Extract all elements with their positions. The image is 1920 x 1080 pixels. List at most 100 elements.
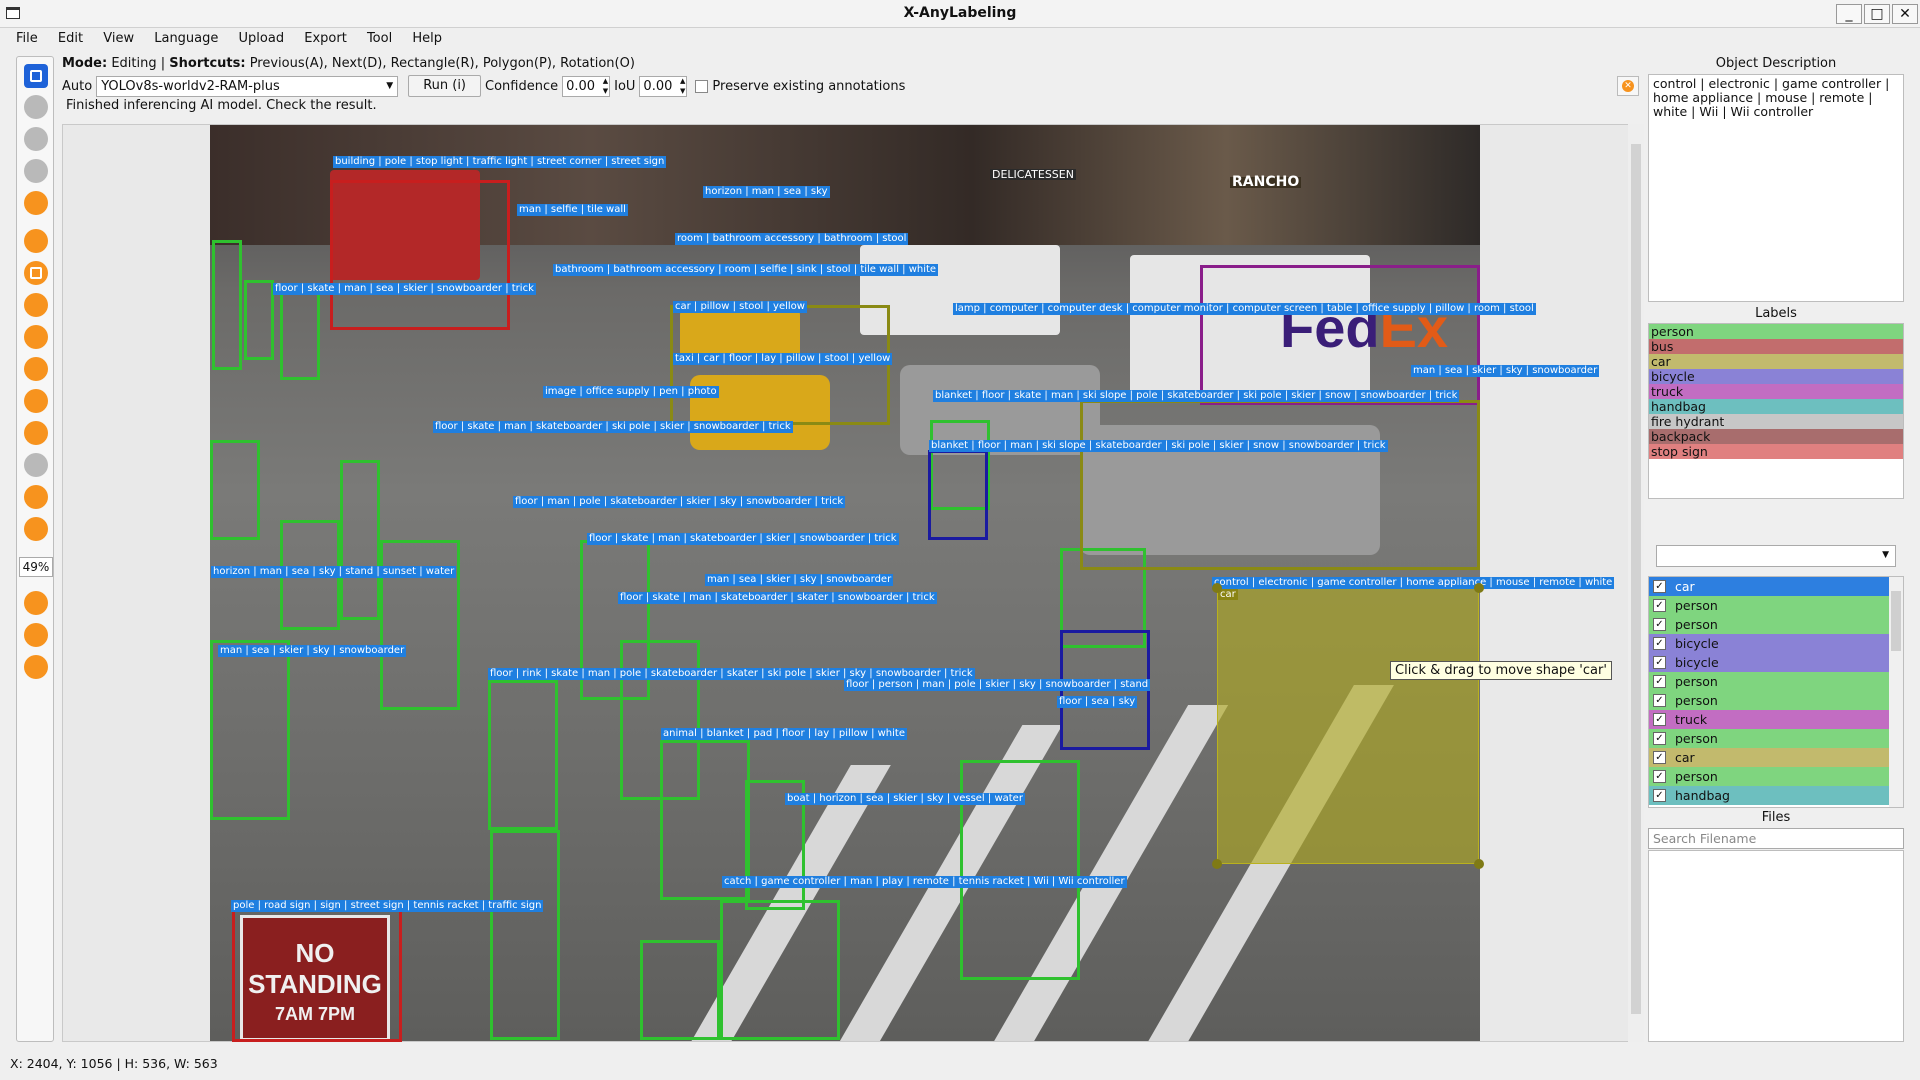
confidence-spinbox[interactable]: 0.00 ▲ ▼ <box>562 75 611 97</box>
shape-item-truck[interactable]: ✓ truck <box>1649 710 1889 729</box>
save-icon[interactable] <box>24 159 48 183</box>
menu-tool[interactable]: Tool <box>359 28 400 50</box>
preserve-annotations-checkbox[interactable] <box>695 79 709 93</box>
confidence-value: 0.00 <box>566 78 596 94</box>
mode-label: Mode: <box>62 56 108 71</box>
shape-visible-checkbox[interactable]: ✓ <box>1653 694 1666 707</box>
rotation-tool-icon[interactable] <box>24 293 48 317</box>
label-item-bus[interactable]: bus <box>1649 339 1903 354</box>
shape-item-person[interactable]: ✓ person <box>1649 729 1889 748</box>
delete-file-icon[interactable] <box>24 191 48 215</box>
rectangle-tool-icon[interactable] <box>24 261 48 285</box>
menu-export[interactable]: Export <box>296 28 355 50</box>
shape-visible-checkbox[interactable]: ✓ <box>1653 618 1666 631</box>
label-item-backpack[interactable]: backpack <box>1649 429 1903 444</box>
shape-visible-checkbox[interactable]: ✓ <box>1653 713 1666 726</box>
shape-visible-checkbox[interactable]: ✓ <box>1653 789 1666 802</box>
auto-label-icon[interactable] <box>24 623 48 647</box>
shapes-scrollbar[interactable] <box>1889 577 1903 807</box>
shape-visible-checkbox[interactable]: ✓ <box>1653 599 1666 612</box>
shape-item-person[interactable]: ✓ person <box>1649 672 1889 691</box>
label-item-person[interactable]: person <box>1649 324 1903 339</box>
files-list[interactable] <box>1648 850 1904 1042</box>
linestrip-tool-icon[interactable] <box>24 421 48 445</box>
zoom-level[interactable]: 49% <box>19 557 53 577</box>
menu-edit[interactable]: Edit <box>50 28 91 50</box>
polygon-tool-icon[interactable] <box>24 229 48 253</box>
shape-visible-checkbox[interactable]: ✓ <box>1653 637 1666 650</box>
shape-visible-checkbox[interactable]: ✓ <box>1653 675 1666 688</box>
next-image-icon[interactable] <box>24 95 48 119</box>
model-select[interactable]: YOLOv8s-worldv2-RAM-plus ▼ <box>96 75 399 97</box>
maximize-button[interactable]: □ <box>1864 4 1890 24</box>
shape-item-person[interactable]: ✓ person <box>1649 691 1889 710</box>
edit-tool-icon[interactable] <box>24 453 48 477</box>
shape-item-label: truck <box>1675 712 1708 727</box>
shape-item-bicycle[interactable]: ✓ bicycle <box>1649 653 1889 672</box>
label-filter-select[interactable]: ▼ <box>1656 545 1896 567</box>
label-item-stop-sign[interactable]: stop sign <box>1649 444 1903 459</box>
shape-visible-checkbox[interactable]: ✓ <box>1653 656 1666 669</box>
open-file-icon[interactable] <box>24 64 48 88</box>
shape-item-person[interactable]: ✓ person <box>1649 615 1889 634</box>
menu-upload[interactable]: Upload <box>231 28 293 50</box>
shape-item-car[interactable]: ✓ car <box>1649 577 1889 596</box>
close-auto-panel-button[interactable]: ✕ <box>1617 76 1639 96</box>
minimize-button[interactable]: _ <box>1836 4 1862 24</box>
shortcuts-label: Shortcuts: <box>169 56 246 71</box>
iou-spinbox[interactable]: 0.00 ▲ ▼ <box>639 75 688 97</box>
run-button[interactable]: Run (i) <box>408 75 482 97</box>
car-shape <box>1080 425 1380 555</box>
label-item-handbag[interactable]: handbag <box>1649 399 1903 414</box>
files-title: Files <box>1761 810 1791 825</box>
search-filename-input[interactable]: Search Filename <box>1648 828 1904 849</box>
street-image[interactable]: FedEx DELICATESSEN RANCHO NO STANDING 7AM… <box>210 125 1480 1041</box>
label-item-truck[interactable]: truck <box>1649 384 1903 399</box>
delete-shape-icon[interactable] <box>24 485 48 509</box>
spin-up-icon[interactable]: ▲ <box>680 77 685 86</box>
shape-visible-checkbox[interactable]: ✓ <box>1653 770 1666 783</box>
line-tool-icon[interactable] <box>24 357 48 381</box>
taxi-shape <box>690 375 830 450</box>
shapes-list: ✓ car ✓ person ✓ person ✓ bicycle ✓ bicycle ✓ perso… <box>1648 576 1904 808</box>
iou-label: IoU <box>614 78 636 94</box>
spin-down-icon[interactable]: ▼ <box>603 87 608 96</box>
confidence-label: Confidence <box>485 78 559 94</box>
shape-item-bicycle[interactable]: ✓ bicycle <box>1649 634 1889 653</box>
fit-width-icon[interactable] <box>24 591 48 615</box>
truck-shape <box>860 245 1060 335</box>
labels-list: person bus car bicycle truck handbag fire hydr… <box>1648 323 1904 499</box>
spin-up-icon[interactable]: ▲ <box>603 77 608 86</box>
menu-file[interactable]: File <box>8 28 46 50</box>
spin-down-icon[interactable]: ▼ <box>680 87 685 96</box>
label-item-car[interactable]: car <box>1649 354 1903 369</box>
close-window-button[interactable]: ✕ <box>1892 4 1918 24</box>
shape-item-person[interactable]: ✓ person <box>1649 767 1889 786</box>
shape-visible-checkbox[interactable]: ✓ <box>1653 751 1666 764</box>
object-description-text[interactable]: control | electronic | game controller |… <box>1648 74 1904 302</box>
shape-item-person[interactable]: ✓ person <box>1649 596 1889 615</box>
run-model-icon[interactable] <box>24 655 48 679</box>
circle-tool-icon[interactable] <box>24 325 48 349</box>
shape-item-handbag[interactable]: ✓ handbag <box>1649 786 1889 805</box>
shape-item-label: person <box>1675 617 1718 632</box>
label-item-fire-hydrant[interactable]: fire hydrant <box>1649 414 1903 429</box>
point-tool-icon[interactable] <box>24 389 48 413</box>
inference-status: Finished inferencing AI model. Check the… <box>66 98 377 113</box>
title-bar: X-AnyLabeling _ □ ✕ <box>0 0 1920 28</box>
undo-icon[interactable] <box>24 517 48 541</box>
labels-title: Labels <box>1755 306 1797 321</box>
prev-image-icon[interactable] <box>24 127 48 151</box>
canvas-scrollbar[interactable] <box>1628 124 1644 1042</box>
label-item-bicycle[interactable]: bicycle <box>1649 369 1903 384</box>
store-sign-deli: DELICATESSEN <box>990 168 1076 181</box>
shape-visible-checkbox[interactable]: ✓ <box>1653 732 1666 745</box>
menu-view[interactable]: View <box>95 28 142 50</box>
shape-item-car[interactable]: ✓ car <box>1649 748 1889 767</box>
shape-item-label: person <box>1675 731 1718 746</box>
menu-language[interactable]: Language <box>146 28 226 50</box>
menu-help[interactable]: Help <box>404 28 450 50</box>
shortcuts-value: Previous(A), Next(D), Rectangle(R), Poly… <box>245 56 635 71</box>
store-sign-rancho: RANCHO <box>1230 174 1302 190</box>
shape-visible-checkbox[interactable]: ✓ <box>1653 580 1666 593</box>
